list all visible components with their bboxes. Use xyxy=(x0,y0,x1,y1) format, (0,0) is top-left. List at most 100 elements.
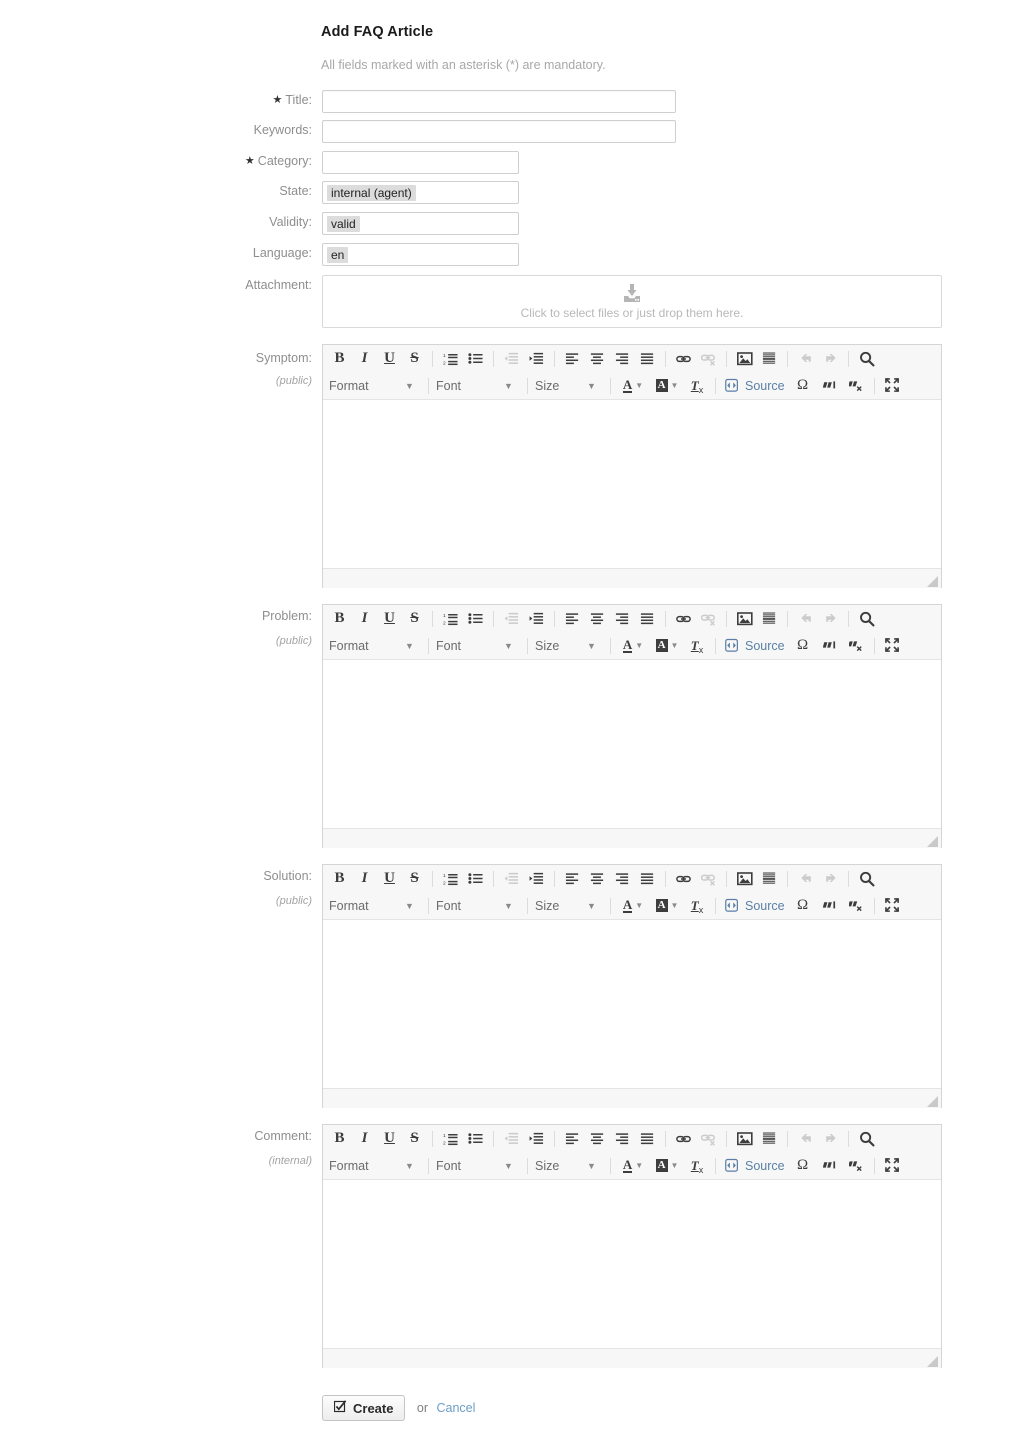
strikethrough-icon[interactable]: S xyxy=(403,1128,426,1149)
find-icon[interactable] xyxy=(855,348,878,369)
add-quote-icon[interactable] xyxy=(818,375,842,396)
remove-quote-icon[interactable] xyxy=(844,635,868,656)
bold-icon[interactable]: B xyxy=(328,348,351,369)
align-left-icon[interactable] xyxy=(561,348,584,369)
special-char-icon[interactable]: Ω xyxy=(790,375,816,396)
bulleted-list-icon[interactable] xyxy=(464,868,487,889)
language-select[interactable]: en xyxy=(322,243,519,266)
horizontal-rule-icon[interactable] xyxy=(758,608,781,629)
underline-icon[interactable]: U xyxy=(378,868,401,889)
bold-icon[interactable]: B xyxy=(328,608,351,629)
add-quote-icon[interactable] xyxy=(818,1155,842,1176)
remove-format-icon[interactable]: Tx xyxy=(685,635,709,656)
remove-format-icon[interactable]: Tx xyxy=(685,895,709,916)
bg-color-icon[interactable]: A ▼ xyxy=(651,1155,683,1176)
source-button[interactable]: Source xyxy=(721,635,789,656)
indent-icon[interactable] xyxy=(525,608,548,629)
source-button[interactable]: Source xyxy=(721,375,789,396)
indent-icon[interactable] xyxy=(525,348,548,369)
keywords-input[interactable] xyxy=(322,120,676,143)
source-button[interactable]: Source xyxy=(721,895,789,916)
format-dropdown[interactable]: Format ▼ xyxy=(327,1155,423,1176)
find-icon[interactable] xyxy=(855,1128,878,1149)
link-icon[interactable] xyxy=(672,1128,695,1149)
find-icon[interactable] xyxy=(855,868,878,889)
align-center-icon[interactable] xyxy=(586,1128,609,1149)
numbered-list-icon[interactable]: 12 xyxy=(439,1128,462,1149)
underline-icon[interactable]: U xyxy=(378,1128,401,1149)
editor-content-area[interactable] xyxy=(323,1180,941,1348)
justify-icon[interactable] xyxy=(636,868,659,889)
text-color-icon[interactable]: A ▼ xyxy=(617,1155,649,1176)
align-right-icon[interactable] xyxy=(611,348,634,369)
bulleted-list-icon[interactable] xyxy=(464,608,487,629)
problem-editor[interactable]: B I U S 1 2 Format ▼ Font ▼ Size ▼ A ▼ A ▼ Tx Source Ω xyxy=(322,604,942,848)
editor-content-area[interactable] xyxy=(323,660,941,828)
find-icon[interactable] xyxy=(855,608,878,629)
align-right-icon[interactable] xyxy=(611,1128,634,1149)
align-right-icon[interactable] xyxy=(611,608,634,629)
size-dropdown[interactable]: Size ▼ xyxy=(533,635,605,656)
underline-icon[interactable]: U xyxy=(378,348,401,369)
format-dropdown[interactable]: Format ▼ xyxy=(327,375,423,396)
state-select[interactable]: internal (agent) xyxy=(322,181,519,204)
align-center-icon[interactable] xyxy=(586,868,609,889)
indent-icon[interactable] xyxy=(525,868,548,889)
numbered-list-icon[interactable]: 12 xyxy=(439,608,462,629)
size-dropdown[interactable]: Size ▼ xyxy=(533,1155,605,1176)
editor-content-area[interactable] xyxy=(323,400,941,568)
size-dropdown[interactable]: Size ▼ xyxy=(533,375,605,396)
special-char-icon[interactable]: Ω xyxy=(790,895,816,916)
comment-editor[interactable]: B I U S 1 2 Format ▼ Font ▼ Size ▼ A ▼ A ▼ Tx Source Ω xyxy=(322,1124,942,1368)
strikethrough-icon[interactable]: S xyxy=(403,608,426,629)
maximize-icon[interactable] xyxy=(881,895,904,916)
source-button[interactable]: Source xyxy=(721,1155,789,1176)
numbered-list-icon[interactable]: 12 xyxy=(439,868,462,889)
indent-icon[interactable] xyxy=(525,1128,548,1149)
horizontal-rule-icon[interactable] xyxy=(758,868,781,889)
image-icon[interactable] xyxy=(733,1128,756,1149)
font-dropdown[interactable]: Font ▼ xyxy=(434,635,522,656)
editor-resize-handle[interactable] xyxy=(927,834,938,847)
symptom-editor[interactable]: B I U S 1 2 Format ▼ Font ▼ Size ▼ A ▼ A ▼ Tx Source Ω xyxy=(322,344,942,588)
add-quote-icon[interactable] xyxy=(818,895,842,916)
link-icon[interactable] xyxy=(672,348,695,369)
remove-format-icon[interactable]: Tx xyxy=(685,1155,709,1176)
size-dropdown[interactable]: Size ▼ xyxy=(533,895,605,916)
editor-resize-handle[interactable] xyxy=(927,1094,938,1107)
justify-icon[interactable] xyxy=(636,348,659,369)
title-input[interactable] xyxy=(322,90,676,113)
underline-icon[interactable]: U xyxy=(378,608,401,629)
format-dropdown[interactable]: Format ▼ xyxy=(327,895,423,916)
numbered-list-icon[interactable]: 12 xyxy=(439,348,462,369)
validity-select[interactable]: valid xyxy=(322,212,519,235)
bg-color-icon[interactable]: A ▼ xyxy=(651,375,683,396)
cancel-link[interactable]: Cancel xyxy=(437,1401,476,1415)
text-color-icon[interactable]: A ▼ xyxy=(617,895,649,916)
image-icon[interactable] xyxy=(733,348,756,369)
bg-color-icon[interactable]: A ▼ xyxy=(651,635,683,656)
font-dropdown[interactable]: Font ▼ xyxy=(434,1155,522,1176)
align-center-icon[interactable] xyxy=(586,608,609,629)
align-left-icon[interactable] xyxy=(561,608,584,629)
editor-content-area[interactable] xyxy=(323,920,941,1088)
font-dropdown[interactable]: Font ▼ xyxy=(434,895,522,916)
justify-icon[interactable] xyxy=(636,608,659,629)
maximize-icon[interactable] xyxy=(881,1155,904,1176)
remove-quote-icon[interactable] xyxy=(844,895,868,916)
align-center-icon[interactable] xyxy=(586,348,609,369)
horizontal-rule-icon[interactable] xyxy=(758,348,781,369)
remove-quote-icon[interactable] xyxy=(844,375,868,396)
image-icon[interactable] xyxy=(733,868,756,889)
strikethrough-icon[interactable]: S xyxy=(403,868,426,889)
font-dropdown[interactable]: Font ▼ xyxy=(434,375,522,396)
add-quote-icon[interactable] xyxy=(818,635,842,656)
italic-icon[interactable]: I xyxy=(353,348,376,369)
bold-icon[interactable]: B xyxy=(328,1128,351,1149)
create-button[interactable]: Create xyxy=(322,1395,406,1421)
align-left-icon[interactable] xyxy=(561,868,584,889)
editor-resize-handle[interactable] xyxy=(927,1354,938,1367)
bg-color-icon[interactable]: A ▼ xyxy=(651,895,683,916)
italic-icon[interactable]: I xyxy=(353,608,376,629)
bulleted-list-icon[interactable] xyxy=(464,348,487,369)
